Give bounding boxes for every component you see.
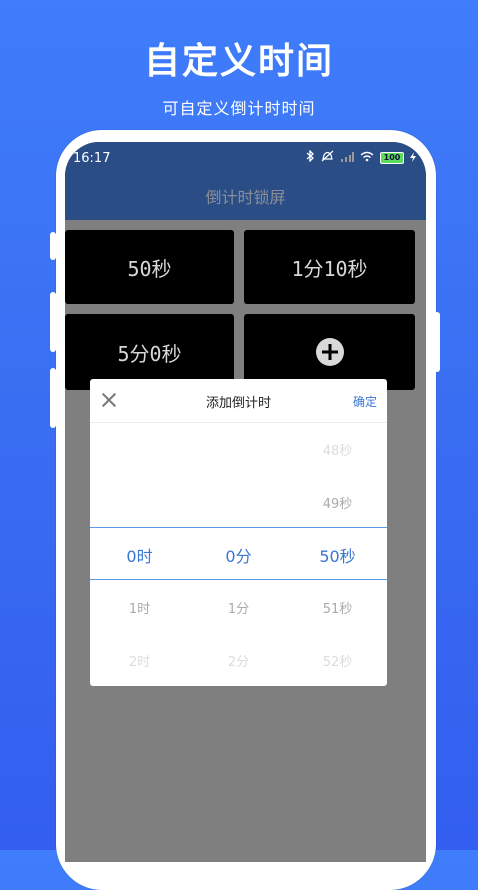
countdown-tile-label: 50秒 <box>127 256 172 281</box>
countdown-tile[interactable]: 50秒 <box>65 230 234 304</box>
minute-option[interactable]: 1分 <box>189 598 288 617</box>
signal-icon <box>340 151 354 165</box>
promo-title: 自定义时间 <box>143 41 334 82</box>
phone-side-button <box>50 232 56 260</box>
countdown-tile[interactable]: 1分10秒 <box>244 230 415 304</box>
minute-option[interactable]: 2分 <box>189 651 288 670</box>
charging-icon <box>410 151 416 165</box>
second-wheel[interactable]: 48秒 49秒 50秒 51秒 52秒 <box>288 422 387 686</box>
promo-subtitle: 可自定义倒计时时间 <box>162 99 316 118</box>
dialog-header: 添加倒计时 确定 <box>90 379 387 423</box>
second-option[interactable]: 52秒 <box>288 651 387 670</box>
second-option[interactable]: 51秒 <box>288 598 387 617</box>
dialog-title: 添加倒计时 <box>205 396 271 411</box>
confirm-button[interactable]: 确定 <box>353 393 377 410</box>
second-option[interactable]: 49秒 <box>288 493 387 512</box>
phone-side-button <box>434 312 440 372</box>
hour-option[interactable]: 1时 <box>90 598 189 617</box>
minute-selected[interactable]: 0分 <box>189 543 288 567</box>
minute-wheel[interactable]: 0分 1分 2分 <box>189 422 288 686</box>
bluetooth-icon <box>306 149 315 165</box>
app-header: 16:17 100 倒计时锁屏 <box>65 142 426 220</box>
phone-side-button <box>50 368 56 428</box>
plus-circle-icon <box>315 338 344 366</box>
mute-icon <box>321 150 334 165</box>
hour-option[interactable]: 2时 <box>90 651 189 670</box>
add-countdown-dialog: 添加倒计时 确定 0时 1时 2时 0分 1分 2分 48秒 49秒 50秒 5… <box>90 379 387 686</box>
app-title: 倒计时锁屏 <box>205 188 286 207</box>
second-option[interactable]: 48秒 <box>288 440 387 459</box>
second-selected[interactable]: 50秒 <box>288 543 387 567</box>
status-time: 16:17 <box>73 151 111 166</box>
countdown-tile-label: 1分10秒 <box>291 256 368 281</box>
hour-wheel[interactable]: 0时 1时 2时 <box>90 422 189 686</box>
hour-selected[interactable]: 0时 <box>90 543 189 567</box>
status-icons: 100 <box>306 149 416 165</box>
phone-side-button <box>50 292 56 352</box>
battery-icon: 100 <box>380 151 404 164</box>
wifi-icon <box>360 151 374 165</box>
countdown-tile-label: 5分0秒 <box>117 341 182 366</box>
